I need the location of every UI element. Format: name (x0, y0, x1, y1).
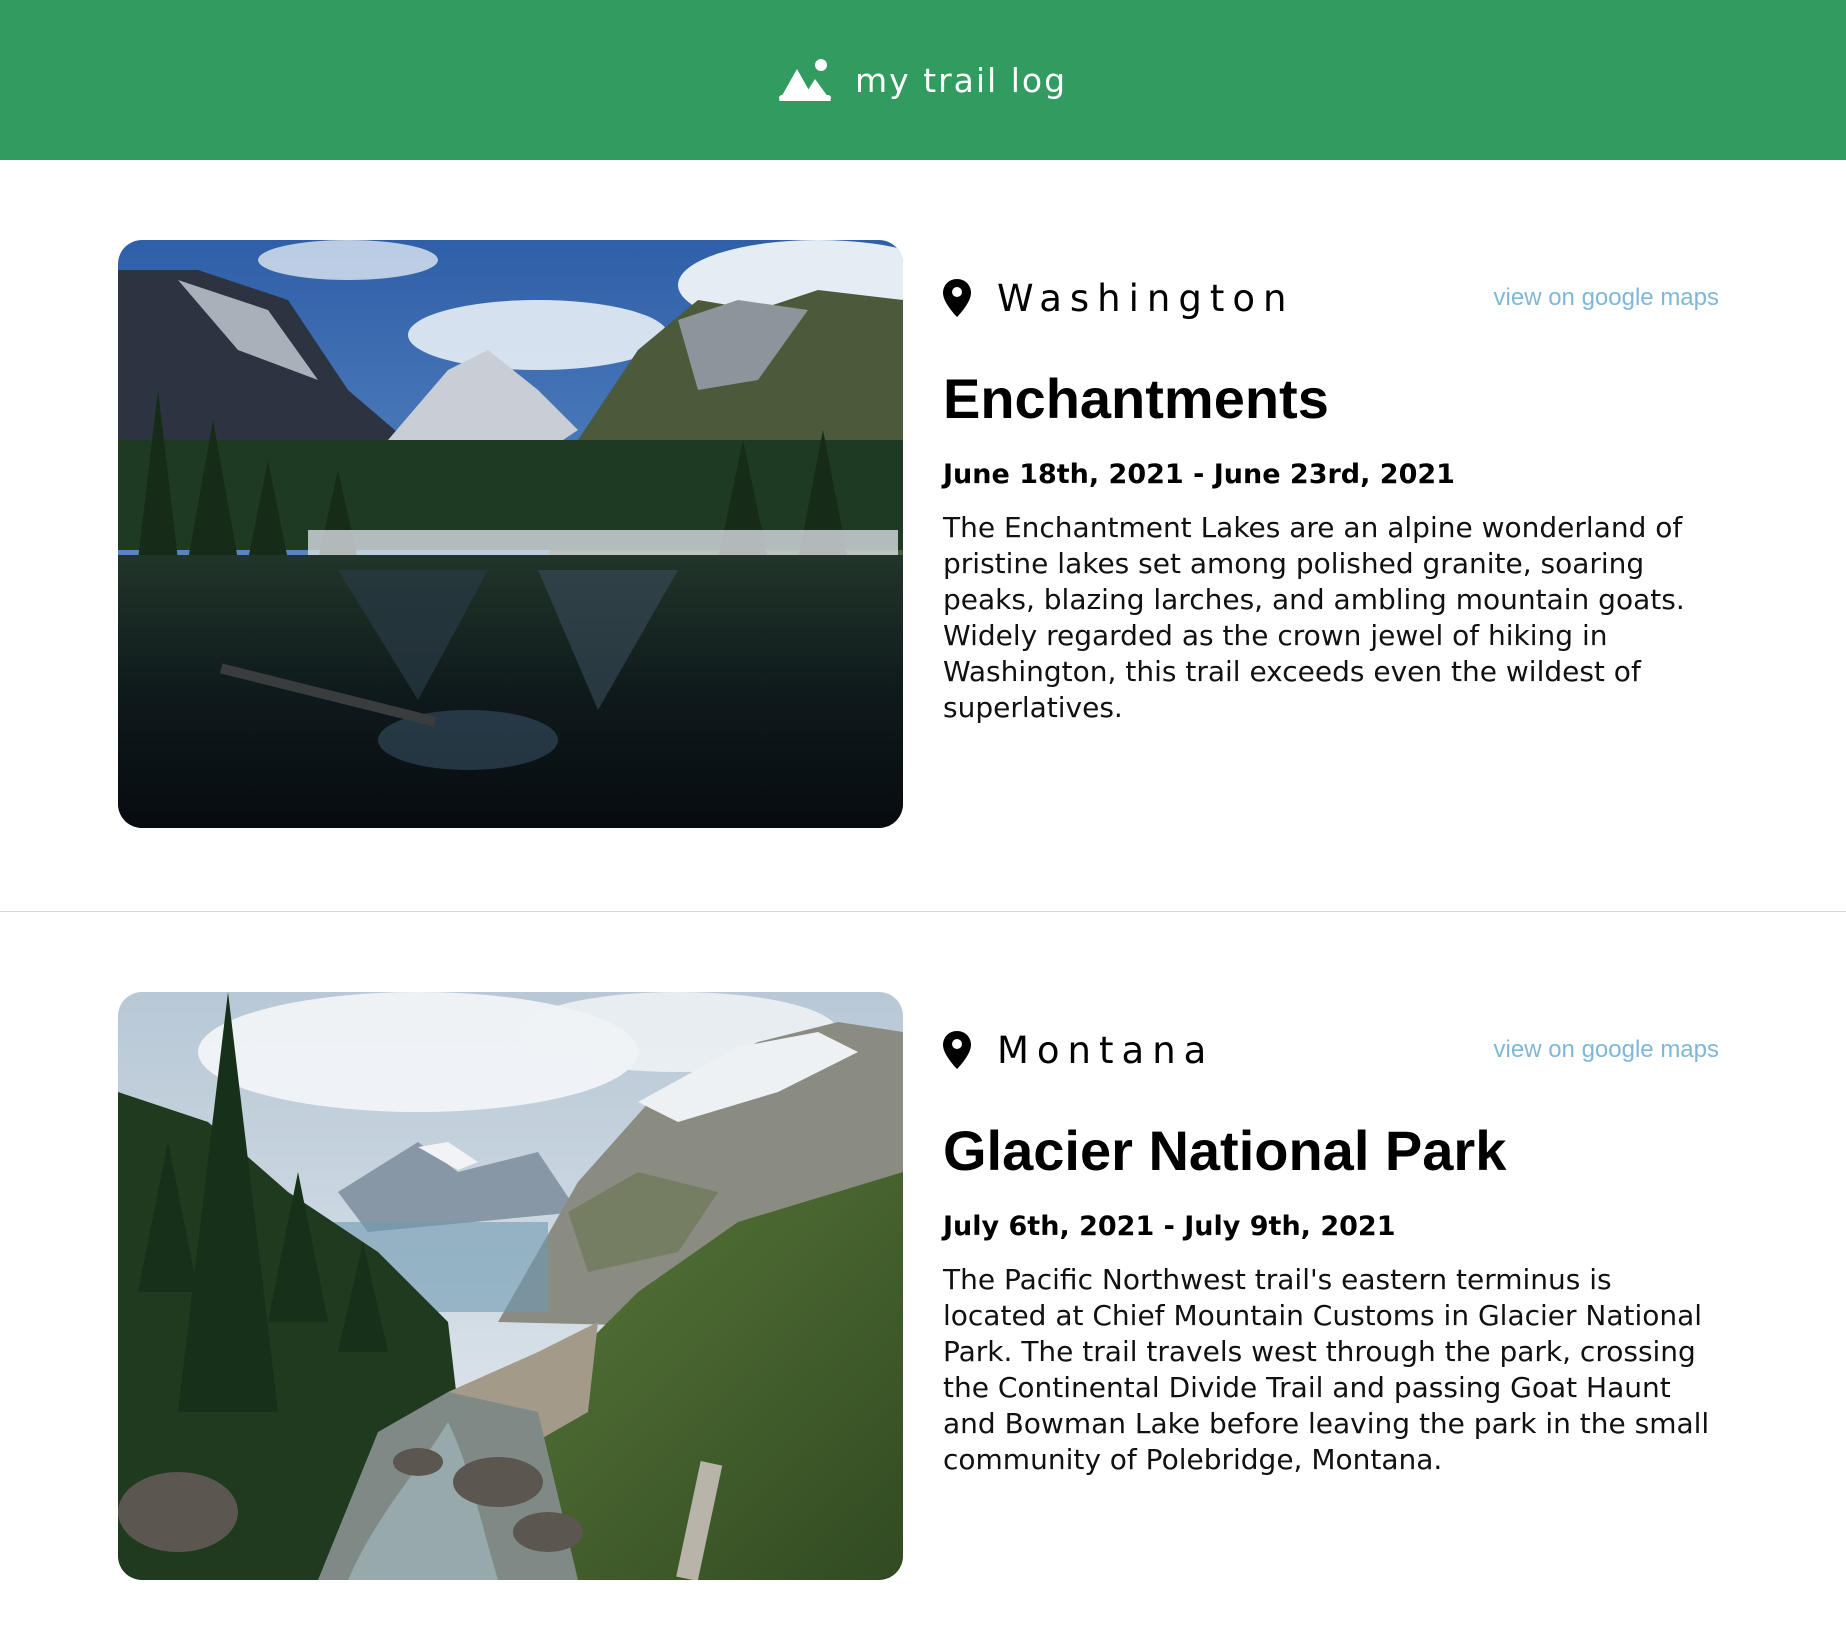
trail-dates: July 6th, 2021 - July 9th, 2021 (943, 1210, 1396, 1242)
trail-photo-enchantments (118, 240, 903, 828)
trail-entries: Washington view on google maps Enchantme… (0, 160, 1846, 1626)
location-row: Washington view on google maps (943, 270, 1719, 326)
trail-photo-glacier (118, 992, 903, 1580)
trail-entry: Washington view on google maps Enchantme… (0, 160, 1846, 912)
app-header: my trail log (0, 0, 1846, 160)
map-pin-icon (943, 1031, 971, 1069)
site-title: my trail log (854, 60, 1068, 100)
location-name: Washington (997, 276, 1295, 320)
mountain-icon (778, 59, 831, 101)
brand[interactable]: my trail log (778, 59, 1068, 101)
mountain-valley-photo (118, 992, 903, 1580)
trail-entry: Montana view on google maps Glacier Nati… (0, 912, 1846, 1626)
trail-title: Enchantments (943, 367, 1329, 430)
lake-reflection-photo (118, 240, 903, 828)
location-row: Montana view on google maps (943, 1022, 1719, 1078)
map-pin-icon (943, 279, 971, 317)
view-on-google-maps-link[interactable]: view on google maps (1494, 284, 1719, 312)
trail-details: Washington view on google maps Enchantme… (943, 270, 1719, 726)
trail-dates: June 18th, 2021 - June 23rd, 2021 (943, 458, 1455, 490)
location-name: Montana (997, 1028, 1215, 1072)
trail-title: Glacier National Park (943, 1119, 1507, 1182)
trail-details: Montana view on google maps Glacier Nati… (943, 1022, 1719, 1478)
trail-description: The Pacific Northwest trail's eastern te… (943, 1262, 1710, 1476)
view-on-google-maps-link[interactable]: view on google maps (1494, 1036, 1719, 1064)
trail-description: The Enchantment Lakes are an alpine wond… (943, 510, 1685, 724)
